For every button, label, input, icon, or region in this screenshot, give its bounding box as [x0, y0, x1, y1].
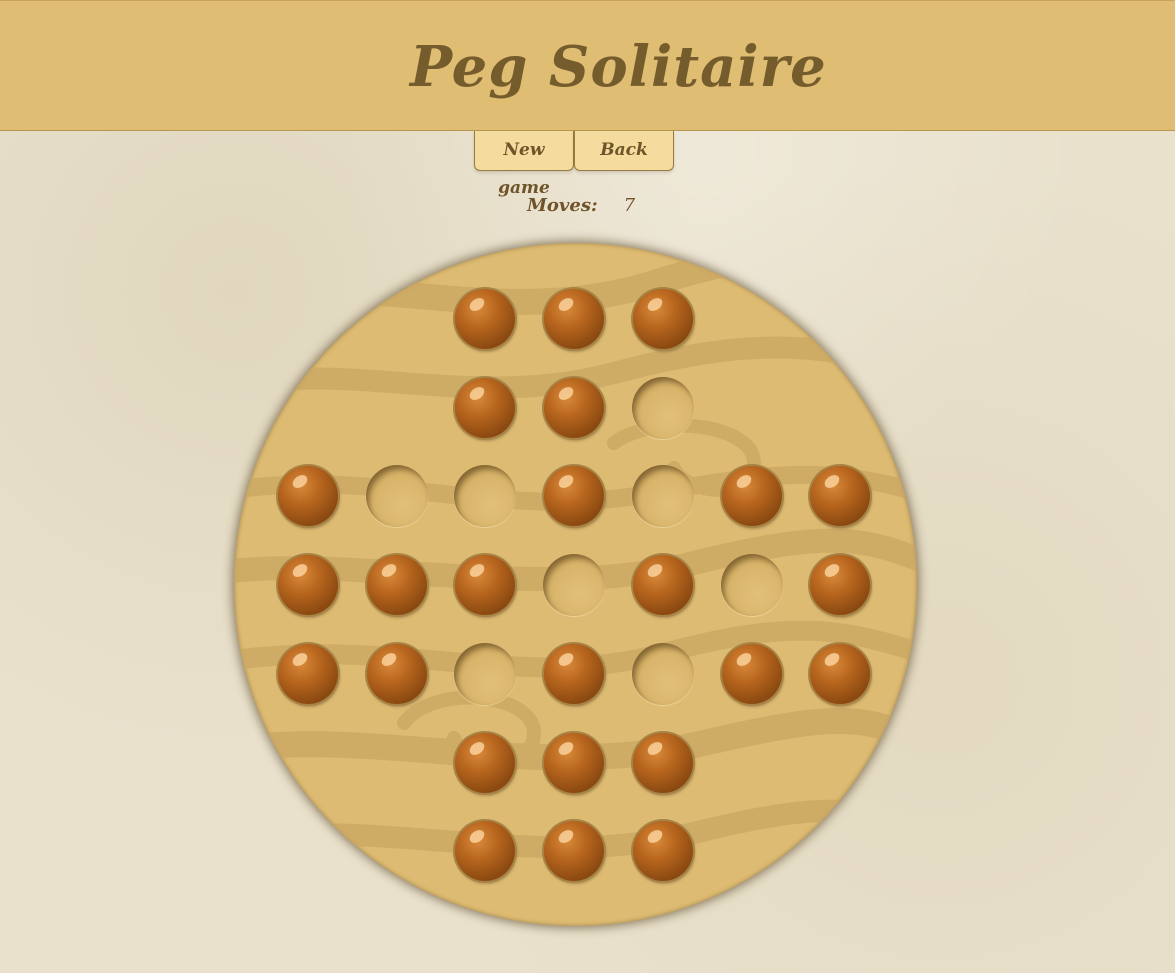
peg[interactable]	[810, 555, 870, 615]
board-hole-r4-c3[interactable]	[543, 643, 605, 705]
board-hole-r2-c1[interactable]	[366, 465, 428, 527]
peg[interactable]	[455, 378, 515, 438]
peg[interactable]	[367, 644, 427, 704]
peg[interactable]	[633, 289, 693, 349]
board-hole-r2-c2[interactable]	[454, 465, 516, 527]
peg[interactable]	[722, 644, 782, 704]
board-hole-r0-c3[interactable]	[543, 288, 605, 350]
board-hole-r6-c4[interactable]	[632, 820, 694, 882]
board-hole-r2-c4[interactable]	[632, 465, 694, 527]
board-hole-r3-c4[interactable]	[632, 554, 694, 616]
board-hole-r4-c2[interactable]	[454, 643, 516, 705]
board-hole-r4-c5[interactable]	[721, 643, 783, 705]
board-hole-r1-c3[interactable]	[543, 377, 605, 439]
peg[interactable]	[367, 555, 427, 615]
peg[interactable]	[810, 466, 870, 526]
peg[interactable]	[455, 555, 515, 615]
board-hole-r2-c0[interactable]	[277, 465, 339, 527]
board-hole-r0-c2[interactable]	[454, 288, 516, 350]
board-hole-r3-c0[interactable]	[277, 554, 339, 616]
peg[interactable]	[544, 644, 604, 704]
board-hole-r3-c2[interactable]	[454, 554, 516, 616]
board-hole-r1-c4[interactable]	[632, 377, 694, 439]
page-title: Peg Solitaire	[410, 34, 827, 100]
board-hole-r6-c2[interactable]	[454, 820, 516, 882]
board-hole-r2-c5[interactable]	[721, 465, 783, 527]
peg[interactable]	[544, 821, 604, 881]
board-hole-r1-c2[interactable]	[454, 377, 516, 439]
board-hole-r4-c0[interactable]	[277, 643, 339, 705]
board-hole-r6-c3[interactable]	[543, 820, 605, 882]
board-hole-r3-c6[interactable]	[809, 554, 871, 616]
board-hole-r4-c6[interactable]	[809, 643, 871, 705]
moves-label: Moves:	[527, 195, 598, 216]
board-hole-r4-c1[interactable]	[366, 643, 428, 705]
peg[interactable]	[278, 644, 338, 704]
peg[interactable]	[544, 466, 604, 526]
peg[interactable]	[722, 466, 782, 526]
board-hole-r2-c6[interactable]	[809, 465, 871, 527]
board-hole-r5-c2[interactable]	[454, 732, 516, 794]
peg[interactable]	[455, 821, 515, 881]
moves-counter: Moves: 7	[527, 192, 635, 220]
peg[interactable]	[544, 378, 604, 438]
peg[interactable]	[278, 466, 338, 526]
moves-value: 7	[623, 195, 636, 216]
board-hole-r0-c4[interactable]	[632, 288, 694, 350]
board-hole-r4-c4[interactable]	[632, 643, 694, 705]
peg[interactable]	[278, 555, 338, 615]
new-game-button[interactable]: New game	[474, 131, 574, 198]
board-hole-r5-c4[interactable]	[632, 732, 694, 794]
board-hole-r3-c5[interactable]	[721, 554, 783, 616]
peg[interactable]	[455, 733, 515, 793]
back-button[interactable]: Back	[574, 131, 674, 171]
game-board	[234, 243, 917, 926]
board-hole-r3-c1[interactable]	[366, 554, 428, 616]
peg[interactable]	[633, 821, 693, 881]
peg[interactable]	[544, 733, 604, 793]
peg[interactable]	[810, 644, 870, 704]
board-hole-r3-c3[interactable]	[543, 554, 605, 616]
peg[interactable]	[633, 733, 693, 793]
peg[interactable]	[455, 289, 515, 349]
header-bar: Peg Solitaire	[0, 0, 1175, 131]
board-hole-r2-c3[interactable]	[543, 465, 605, 527]
peg[interactable]	[544, 289, 604, 349]
board-hole-r5-c3[interactable]	[543, 732, 605, 794]
peg[interactable]	[633, 555, 693, 615]
